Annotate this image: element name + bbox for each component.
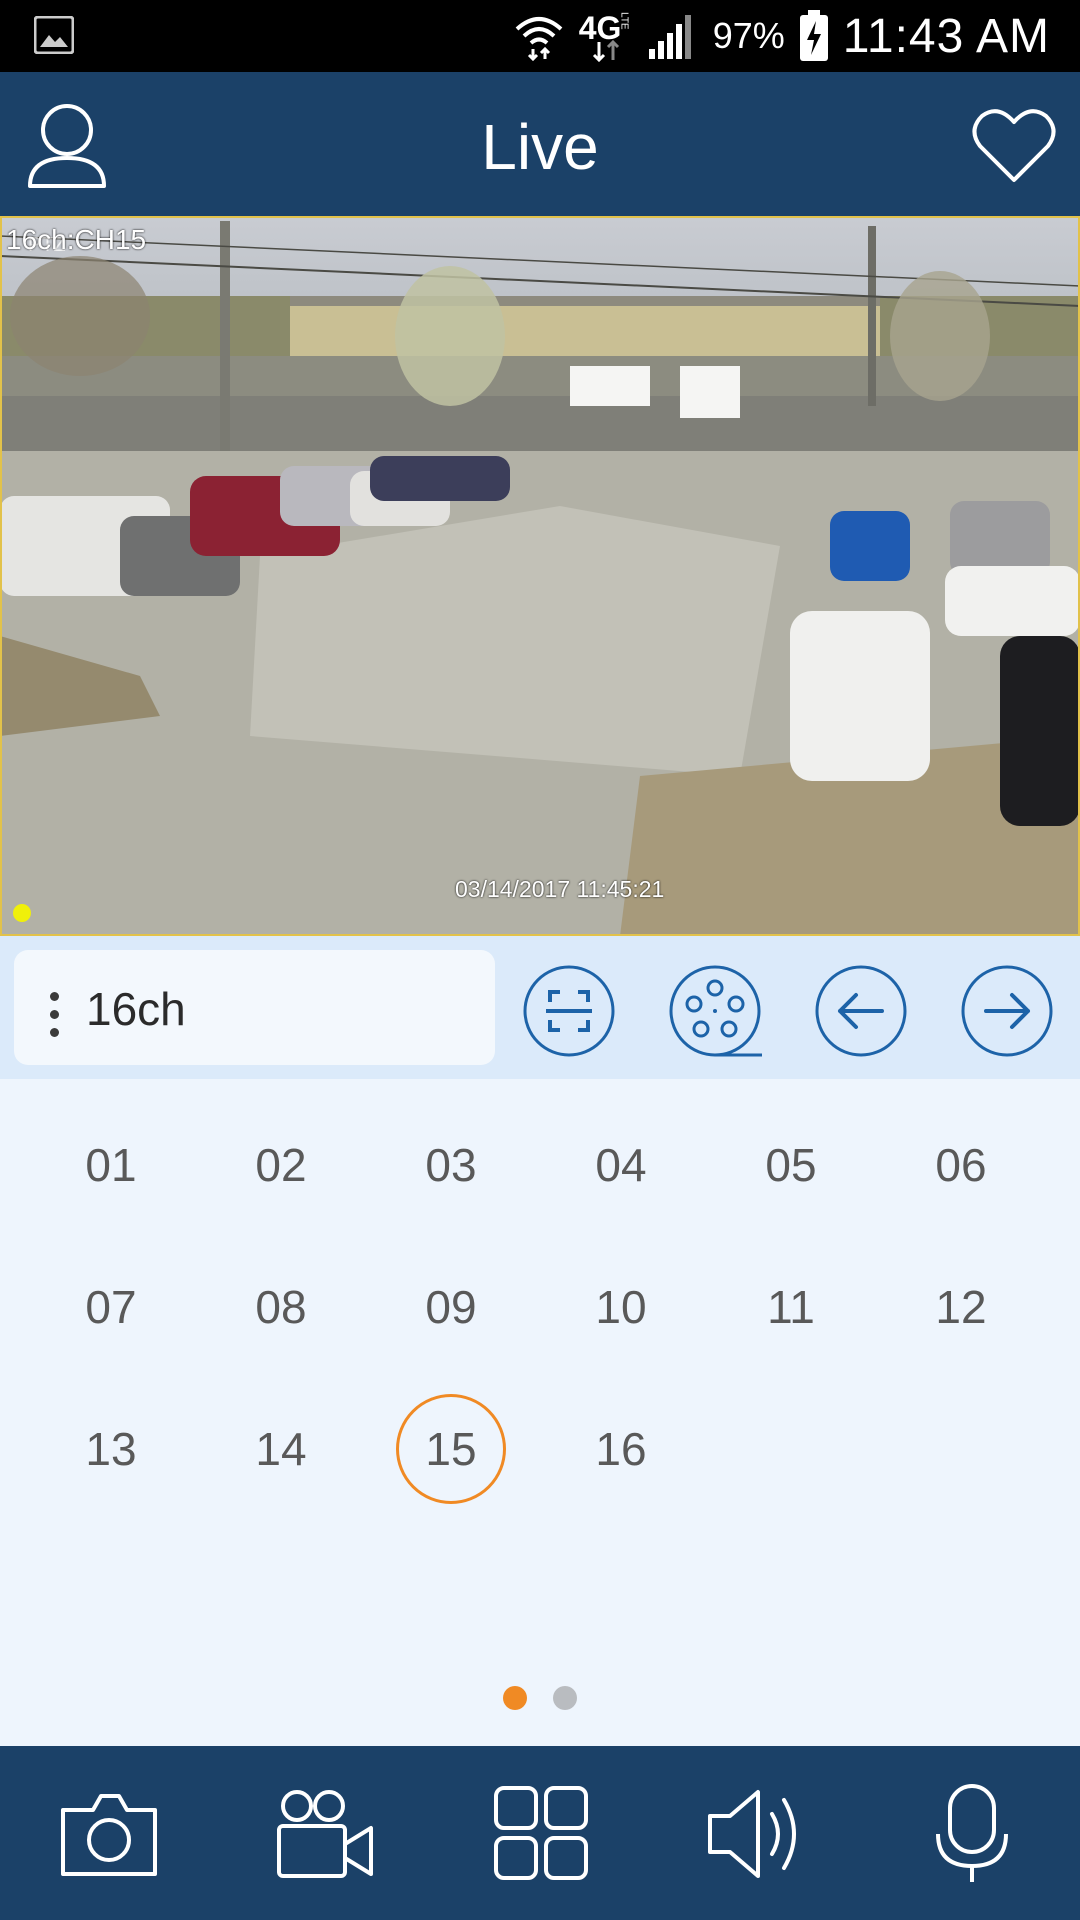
arrow-left-icon[interactable] (814, 964, 908, 1058)
channel-group-label: 16ch (86, 983, 186, 1035)
control-toolbar: 16ch (0, 936, 1080, 1079)
status-bar: 4G LTE 97% 11:43 AM (0, 0, 1080, 72)
channel-button[interactable]: 13 (51, 1389, 171, 1509)
film-reel-icon[interactable] (668, 964, 762, 1058)
heart-icon[interactable] (972, 106, 1056, 186)
page-title: Live (481, 111, 599, 183)
page-indicator (0, 1684, 1080, 1714)
channel-group-selector[interactable]: 16ch (14, 950, 495, 1065)
video-camera-icon[interactable] (273, 1784, 377, 1884)
battery-charging-icon (799, 10, 828, 61)
channel-button[interactable]: 05 (731, 1105, 851, 1225)
microphone-icon[interactable] (920, 1784, 1024, 1884)
channel-button[interactable]: 09 (391, 1247, 511, 1367)
channel-button[interactable]: 07 (51, 1247, 171, 1367)
channel-button[interactable]: 01 (51, 1105, 171, 1225)
bottom-action-bar (0, 1746, 1080, 1920)
app-header: Live (0, 72, 1080, 216)
network-sub-label: LTE (618, 12, 630, 30)
camera-label: 16ch:CH15 (6, 224, 147, 255)
channel-grid: 01 02 03 04 05 06 07 08 09 10 11 12 13 1… (0, 1079, 1080, 1504)
channel-button[interactable]: 08 (221, 1247, 341, 1367)
selected-channel-frame (0, 216, 1080, 936)
channel-button-selected[interactable]: 15 (391, 1389, 511, 1509)
speaker-icon[interactable] (704, 1784, 808, 1884)
recording-indicator (13, 904, 31, 922)
wifi-icon (515, 17, 563, 61)
data-arrows-icon (592, 40, 619, 62)
menu-dots-icon (50, 992, 62, 1038)
page-dot-active[interactable] (503, 1686, 527, 1710)
live-video-feed[interactable]: PTZ 16ch:CH15 03/14/2017 11:45:21 (0, 216, 1080, 936)
signal-icon (648, 15, 691, 59)
grid-layout-icon[interactable] (488, 1784, 592, 1884)
video-timestamp: 03/14/2017 11:45:21 (455, 876, 665, 902)
camera-icon[interactable] (57, 1784, 161, 1884)
channel-button[interactable]: 04 (561, 1105, 681, 1225)
arrow-right-icon[interactable] (960, 964, 1054, 1058)
channel-button[interactable]: 06 (901, 1105, 1021, 1225)
channel-button[interactable]: 12 (901, 1247, 1021, 1367)
fullscreen-scan-icon[interactable] (522, 964, 616, 1058)
network-indicator: 4G LTE (579, 8, 633, 64)
page-dot[interactable] (553, 1686, 577, 1710)
channel-button[interactable]: 02 (221, 1105, 341, 1225)
gallery-icon (34, 16, 74, 54)
clock: 11:43 AM (842, 9, 1050, 63)
channel-button[interactable]: 16 (561, 1389, 681, 1509)
battery-percent: 97% (712, 15, 785, 56)
channel-button[interactable]: 11 (731, 1247, 851, 1367)
channel-button[interactable]: 03 (391, 1105, 511, 1225)
channel-button[interactable]: 10 (561, 1247, 681, 1367)
channel-button[interactable]: 14 (221, 1389, 341, 1509)
